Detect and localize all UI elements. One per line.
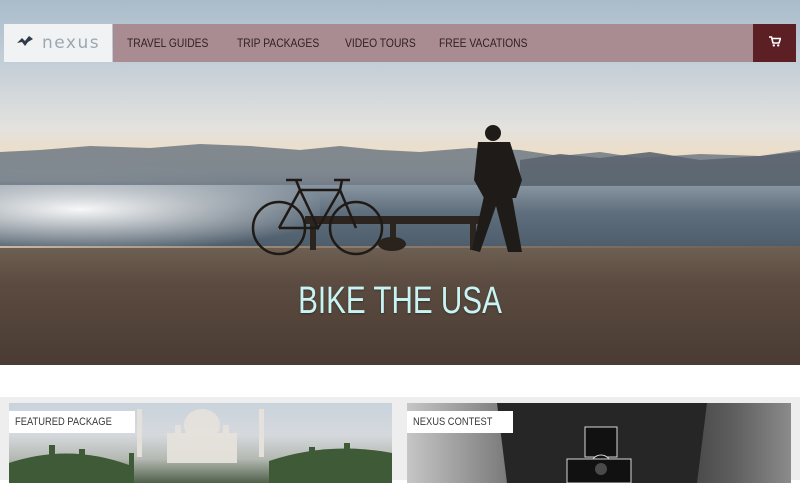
- cart-button[interactable]: [753, 24, 796, 62]
- nav-item-free-vacations[interactable]: FREE VACATIONS: [439, 36, 527, 50]
- near-hills: [520, 152, 800, 186]
- nav-item-trip-packages[interactable]: TRIP PACKAGES: [237, 36, 319, 50]
- person: [472, 125, 522, 252]
- hero-title: BIKE THE USA: [298, 280, 502, 322]
- nav-item-video-tours[interactable]: VIDEO TOURS: [345, 36, 416, 50]
- logo-text: nexus: [42, 33, 101, 53]
- nav-item-travel-guides[interactable]: TRAVEL GUIDES: [127, 36, 208, 50]
- card-label: NEXUS CONTEST: [407, 411, 513, 433]
- featured-package-card[interactable]: FEATURED PACKAGE: [9, 403, 392, 483]
- bird-icon: [16, 34, 34, 52]
- bag: [378, 237, 406, 251]
- logo[interactable]: nexus: [4, 24, 112, 62]
- nexus-contest-card[interactable]: NEXUS CONTEST: [407, 403, 791, 483]
- cards-section: FEATURED PACKAGE NEXUS CONTEST: [0, 397, 800, 483]
- card-label: FEATURED PACKAGE: [9, 411, 135, 433]
- cart-icon: [768, 34, 782, 52]
- main-nav: TRAVEL GUIDES TRIP PACKAGES VIDEO TOURS …: [113, 24, 753, 62]
